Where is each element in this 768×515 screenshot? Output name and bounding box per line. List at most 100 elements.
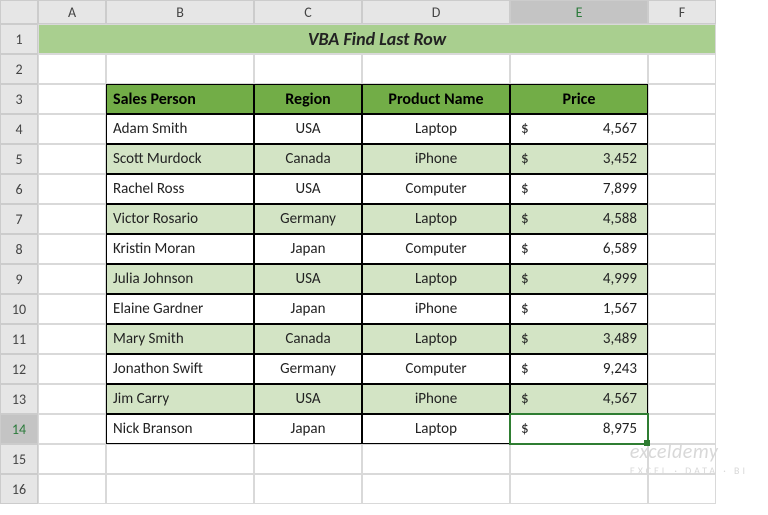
- cell-region-11[interactable]: Canada: [254, 324, 362, 354]
- row-header-2[interactable]: 2: [0, 54, 38, 84]
- cell-e16[interactable]: [510, 474, 648, 504]
- cell-c2[interactable]: [254, 54, 362, 84]
- cell-price-4[interactable]: $4,567: [510, 114, 648, 144]
- cell-a3[interactable]: [38, 84, 106, 114]
- row-header-10[interactable]: 10: [0, 294, 38, 324]
- row-header-8[interactable]: 8: [0, 234, 38, 264]
- cell-price-9[interactable]: $4,999: [510, 264, 648, 294]
- cell-d2[interactable]: [362, 54, 510, 84]
- row-header-12[interactable]: 12: [0, 354, 38, 384]
- cell-a16[interactable]: [38, 474, 106, 504]
- cell-sales-person-12[interactable]: Jonathon Swift: [106, 354, 254, 384]
- row-header-14[interactable]: 14: [0, 414, 38, 444]
- cell-sales-person-8[interactable]: Kristin Moran: [106, 234, 254, 264]
- cell-a9[interactable]: [38, 264, 106, 294]
- cell-region-6[interactable]: USA: [254, 174, 362, 204]
- cell-a8[interactable]: [38, 234, 106, 264]
- row-header-13[interactable]: 13: [0, 384, 38, 414]
- cell-sales-person-13[interactable]: Jim Carry: [106, 384, 254, 414]
- col-header-e[interactable]: E: [510, 0, 648, 24]
- cell-product-9[interactable]: Laptop: [362, 264, 510, 294]
- cell-f11[interactable]: [648, 324, 716, 354]
- cell-product-11[interactable]: Laptop: [362, 324, 510, 354]
- cell-price-13[interactable]: $4,567: [510, 384, 648, 414]
- cell-d16[interactable]: [362, 474, 510, 504]
- row-header-3[interactable]: 3: [0, 84, 38, 114]
- cell-c15[interactable]: [254, 444, 362, 474]
- cell-region-9[interactable]: USA: [254, 264, 362, 294]
- cell-product-5[interactable]: iPhone: [362, 144, 510, 174]
- row-header-7[interactable]: 7: [0, 204, 38, 234]
- cell-a4[interactable]: [38, 114, 106, 144]
- cell-sales-person-5[interactable]: Scott Murdock: [106, 144, 254, 174]
- col-header-a[interactable]: A: [38, 0, 106, 24]
- cell-sales-person-6[interactable]: Rachel Ross: [106, 174, 254, 204]
- cell-f2[interactable]: [648, 54, 716, 84]
- header-product-name[interactable]: Product Name: [362, 84, 510, 114]
- cell-f5[interactable]: [648, 144, 716, 174]
- cell-sales-person-10[interactable]: Elaine Gardner: [106, 294, 254, 324]
- cell-price-10[interactable]: $1,567: [510, 294, 648, 324]
- cell-f6[interactable]: [648, 174, 716, 204]
- cell-product-10[interactable]: iPhone: [362, 294, 510, 324]
- cell-c16[interactable]: [254, 474, 362, 504]
- cell-f9[interactable]: [648, 264, 716, 294]
- cell-f8[interactable]: [648, 234, 716, 264]
- header-sales-person[interactable]: Sales Person: [106, 84, 254, 114]
- cell-a2[interactable]: [38, 54, 106, 84]
- cell-product-7[interactable]: Laptop: [362, 204, 510, 234]
- cell-f4[interactable]: [648, 114, 716, 144]
- cell-a13[interactable]: [38, 384, 106, 414]
- cell-product-4[interactable]: Laptop: [362, 114, 510, 144]
- cell-region-10[interactable]: Japan: [254, 294, 362, 324]
- cell-f14[interactable]: [648, 414, 716, 444]
- cell-f12[interactable]: [648, 354, 716, 384]
- header-price[interactable]: Price: [510, 84, 648, 114]
- cell-f16[interactable]: [648, 474, 716, 504]
- row-header-16[interactable]: 16: [0, 474, 38, 504]
- cell-f3[interactable]: [648, 84, 716, 114]
- cell-a11[interactable]: [38, 324, 106, 354]
- cell-region-4[interactable]: USA: [254, 114, 362, 144]
- cell-price-11[interactable]: $3,489: [510, 324, 648, 354]
- cell-a14[interactable]: [38, 414, 106, 444]
- cell-a12[interactable]: [38, 354, 106, 384]
- cell-region-8[interactable]: Japan: [254, 234, 362, 264]
- cell-f10[interactable]: [648, 294, 716, 324]
- cell-a5[interactable]: [38, 144, 106, 174]
- row-header-4[interactable]: 4: [0, 114, 38, 144]
- cell-sales-person-11[interactable]: Mary Smith: [106, 324, 254, 354]
- cell-sales-person-7[interactable]: Victor Rosario: [106, 204, 254, 234]
- select-all-corner[interactable]: [0, 0, 38, 24]
- cell-a7[interactable]: [38, 204, 106, 234]
- cell-product-14[interactable]: Laptop: [362, 414, 510, 444]
- col-header-b[interactable]: B: [106, 0, 254, 24]
- cell-a15[interactable]: [38, 444, 106, 474]
- cell-region-12[interactable]: Germany: [254, 354, 362, 384]
- cell-product-13[interactable]: iPhone: [362, 384, 510, 414]
- cell-price-6[interactable]: $7,899: [510, 174, 648, 204]
- cell-e2[interactable]: [510, 54, 648, 84]
- cell-sales-person-14[interactable]: Nick Branson: [106, 414, 254, 444]
- cell-price-5[interactable]: $3,452: [510, 144, 648, 174]
- cell-sales-person-4[interactable]: Adam Smith: [106, 114, 254, 144]
- cell-price-12[interactable]: $9,243: [510, 354, 648, 384]
- cell-sales-person-9[interactable]: Julia Johnson: [106, 264, 254, 294]
- cell-b15[interactable]: [106, 444, 254, 474]
- cell-d15[interactable]: [362, 444, 510, 474]
- cell-price-8[interactable]: $6,589: [510, 234, 648, 264]
- row-header-9[interactable]: 9: [0, 264, 38, 294]
- cell-a6[interactable]: [38, 174, 106, 204]
- cell-f15[interactable]: [648, 444, 716, 474]
- cell-product-12[interactable]: Computer: [362, 354, 510, 384]
- cell-product-8[interactable]: Computer: [362, 234, 510, 264]
- cell-f7[interactable]: [648, 204, 716, 234]
- row-header-5[interactable]: 5: [0, 144, 38, 174]
- cell-price-7[interactable]: $4,588: [510, 204, 648, 234]
- cell-region-14[interactable]: Japan: [254, 414, 362, 444]
- row-header-6[interactable]: 6: [0, 174, 38, 204]
- cell-b2[interactable]: [106, 54, 254, 84]
- title-cell[interactable]: VBA Find Last Row: [38, 24, 716, 54]
- cell-region-5[interactable]: Canada: [254, 144, 362, 174]
- cell-region-7[interactable]: Germany: [254, 204, 362, 234]
